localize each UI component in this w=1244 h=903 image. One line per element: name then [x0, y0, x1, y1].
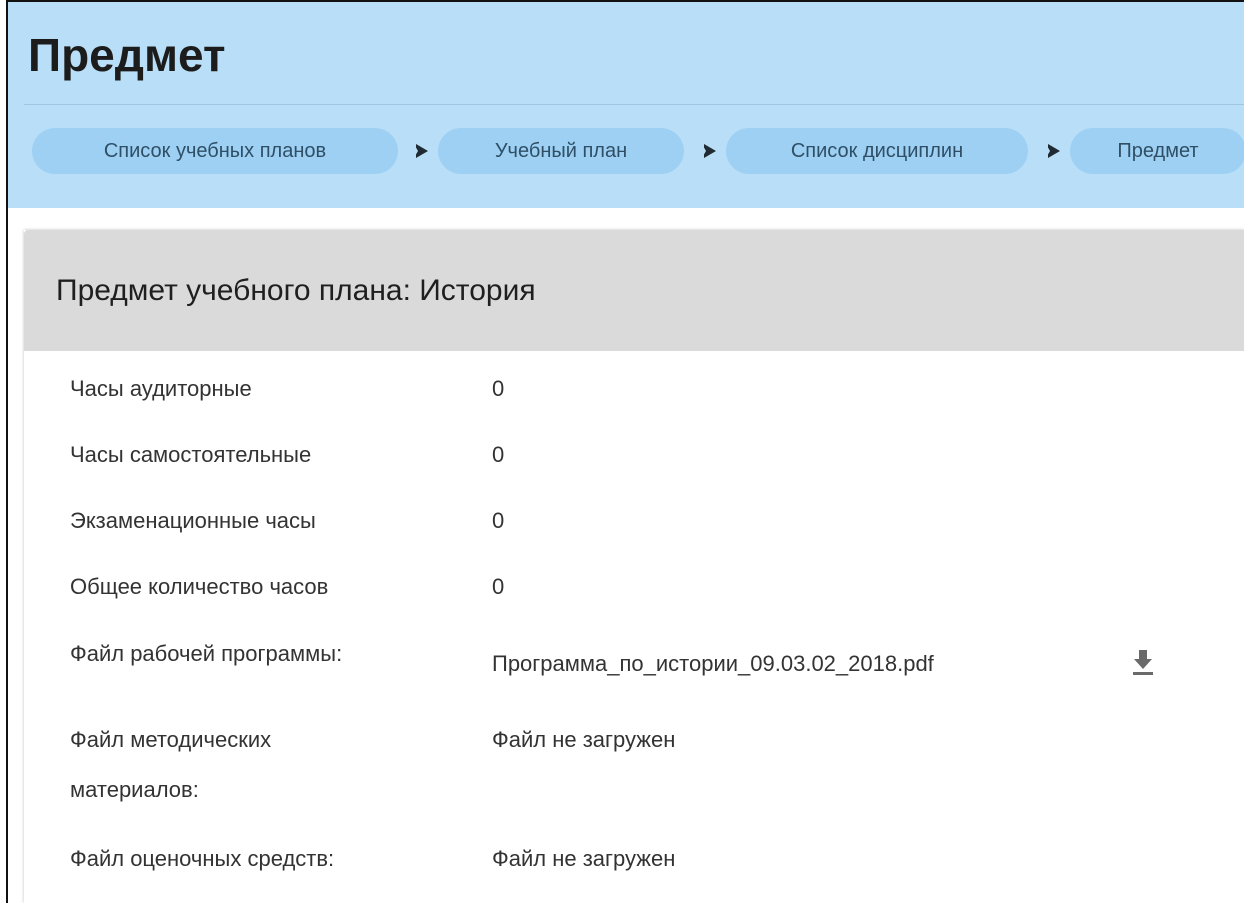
card-header: Предмет учебного плана: История: [24, 230, 1244, 351]
breadcrumb-separator-icon: [414, 144, 428, 158]
breadcrumb-item-curricula-list[interactable]: Список учебных планов: [32, 128, 398, 174]
work-program-file-link[interactable]: Программа_по_истории_09.03.02_2018.pdf: [492, 642, 934, 686]
breadcrumb-item-subject[interactable]: Предмет: [1070, 128, 1244, 174]
field-label: Общее количество часов: [70, 574, 329, 599]
download-icon[interactable]: [1132, 648, 1154, 682]
field-label: Файл рабочей программы:: [70, 641, 343, 666]
breadcrumb-item-disciplines-list[interactable]: Список дисциплин: [726, 128, 1028, 174]
field-label: Часы аудиторные: [70, 376, 252, 401]
breadcrumb-separator-icon: [1046, 144, 1060, 158]
field-value: Файл не загружен: [492, 727, 676, 752]
field-label: Часы самостоятельные: [70, 442, 312, 467]
field-label-line2: материалов:: [70, 777, 199, 802]
field-value: 0: [492, 574, 505, 599]
field-label-line1: Файл методических: [70, 727, 272, 752]
page-title: Предмет: [28, 29, 226, 81]
field-value: Файл не загружен: [492, 846, 676, 871]
field-label: Экзаменационные часы: [70, 508, 316, 533]
title-divider: [24, 104, 1244, 105]
subject-card: Предмет учебного плана: История Часы ауд…: [24, 230, 1244, 903]
breadcrumb: Список учебных планов Учебный план Списо…: [24, 128, 1244, 174]
breadcrumb-item-curriculum[interactable]: Учебный план: [438, 128, 684, 174]
card-title: Предмет учебного плана: История: [56, 274, 536, 307]
field-label: Файл оценочных средств:: [70, 846, 335, 871]
field-value: 0: [492, 442, 505, 467]
field-value: 0: [492, 508, 505, 533]
page-header: Предмет Список учебных планов Учебный пл…: [8, 0, 1244, 208]
breadcrumb-separator-icon: [702, 144, 716, 158]
field-value: 0: [492, 376, 505, 401]
